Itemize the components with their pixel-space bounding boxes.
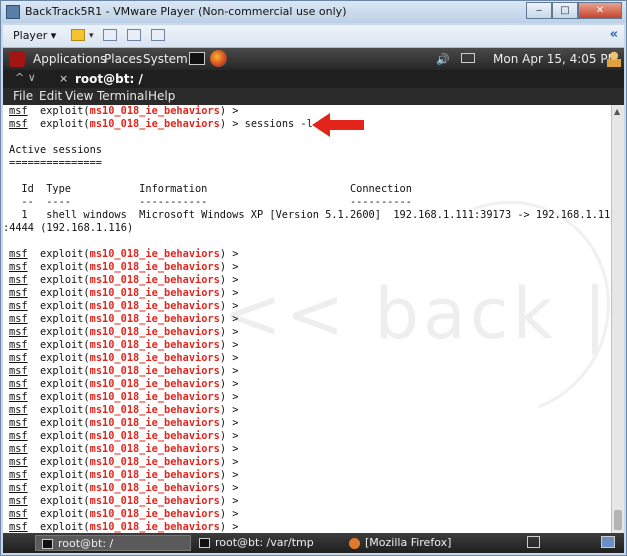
terminal-icon [199, 538, 210, 548]
taskbar-item-root[interactable]: root@bt: / [35, 535, 191, 551]
prompt-line: msf exploit(ms10_018_ie_behaviors) > [9, 313, 239, 325]
fullscreen-icon[interactable] [151, 29, 165, 41]
sessions-table-rule: -- ---- ----------- ---------- [9, 196, 412, 208]
menu-help[interactable]: Help [148, 89, 175, 103]
sessions-table-header: Id Type Information Connection [9, 183, 412, 195]
prompt-line: msf exploit(ms10_018_ie_behaviors) > [9, 274, 239, 286]
prompt-line: msf exploit(ms10_018_ie_behaviors) > [9, 417, 239, 429]
prompt-line: msf exploit(ms10_018_ie_behaviors) > [9, 404, 239, 416]
prompt-line: msf exploit(ms10_018_ie_behaviors) > [9, 521, 239, 533]
volume-icon[interactable]: 🔊 [436, 53, 450, 66]
menu-places[interactable]: Places [104, 52, 142, 66]
terminal-menubar: File Edit View Terminal Help [3, 88, 624, 105]
gnome-bottom-taskbar: root@bt: / root@bt: /var/tmp [Mozilla Fi… [3, 533, 624, 553]
prompt-line: msf exploit(ms10_018_ie_behaviors) > [9, 482, 239, 494]
session-row-wrap: :4444 (192.168.1.116) [3, 222, 134, 234]
menu-file[interactable]: File [13, 89, 33, 103]
terminal-icon [42, 539, 53, 549]
prompt-line: msf exploit(ms10_018_ie_behaviors) > [9, 508, 239, 520]
minimize-button[interactable]: ‒ [526, 2, 552, 19]
mail-icon[interactable] [461, 53, 475, 63]
vmware-player-window: BackTrack5R1 - VMware Player (Non-commer… [0, 0, 627, 556]
pause-dropdown-icon[interactable]: ▾ [89, 31, 94, 41]
panel-clock[interactable]: Mon Apr 15, 4:05 PM [493, 52, 618, 66]
menu-applications[interactable]: Applications [33, 52, 106, 66]
prompt-line: msf exploit(ms10_018_ie_behaviors) > [9, 378, 239, 390]
prompt-line: msf exploit(ms10_018_ie_behaviors) > [9, 365, 239, 377]
send-ctrl-alt-del-icon[interactable] [103, 29, 117, 41]
menu-terminal[interactable]: Terminal [97, 89, 148, 103]
window-title: BackTrack5R1 - VMware Player (Non-commer… [25, 5, 347, 18]
menu-edit[interactable]: Edit [39, 89, 62, 103]
prompt-line: msf exploit(ms10_018_ie_behaviors) > [9, 300, 239, 312]
collapse-chevron-icon[interactable]: « [610, 27, 618, 42]
menu-view[interactable]: View [65, 89, 93, 103]
prompt-line: msf exploit(ms10_018_ie_behaviors) > [9, 469, 239, 481]
backtrack-dragon-icon[interactable] [9, 51, 25, 67]
terminal-launcher-icon[interactable] [189, 52, 205, 65]
terminal-close-icon[interactable]: × [59, 72, 68, 85]
terminal-output[interactable]: << back | track 5 msf exploit(ms10_018_i… [3, 105, 611, 533]
maximize-button[interactable]: □ [552, 2, 578, 19]
window-menu-arrows-icon[interactable]: ^ ∨ [15, 71, 36, 84]
network-icon[interactable] [127, 29, 141, 41]
prompt-line: msf exploit(ms10_018_ie_behaviors) > [9, 287, 239, 299]
firefox-launcher-icon[interactable] [210, 50, 227, 67]
session-row: 1 shell windows Microsoft Windows XP [Ve… [9, 209, 611, 221]
vmware-app-icon [6, 5, 20, 19]
red-arrow-annotation-icon [312, 113, 364, 137]
active-sessions-rule: =============== [9, 157, 102, 169]
user-icon[interactable] [607, 51, 621, 67]
prompt-line: msf exploit(ms10_018_ie_behaviors) > [9, 391, 239, 403]
backtrack-logo-watermark: << back | track 5 [223, 273, 611, 355]
firefox-icon [349, 537, 360, 549]
prompt-line: msf exploit(ms10_018_ie_behaviors) > [9, 339, 239, 351]
taskbar-item-var-tmp[interactable]: root@bt: /var/tmp [193, 535, 349, 551]
workspace-switcher-icon[interactable] [601, 536, 615, 548]
taskbar-item-firefox[interactable]: [Mozilla Firefox] [345, 535, 519, 551]
terminal-scrollbar[interactable]: ▲ [611, 105, 624, 533]
active-sessions-heading: Active sessions [9, 144, 102, 156]
menu-system[interactable]: System [143, 52, 188, 66]
prompt-line: msf exploit(ms10_018_ie_behaviors) > [9, 248, 239, 260]
player-toolbar: Player ▾ ▾ « [3, 25, 624, 48]
prompt-line: msf exploit(ms10_018_ie_behaviors) > [9, 352, 239, 364]
show-desktop-icon[interactable] [527, 536, 540, 548]
terminal-titlebar[interactable]: ^ ∨ × root@bt: / [3, 70, 624, 88]
prompt-line: msf exploit(ms10_018_ie_behaviors) > [9, 105, 239, 117]
prompt-line: msf exploit(ms10_018_ie_behaviors) > [9, 430, 239, 442]
prompt-line: msf exploit(ms10_018_ie_behaviors) > [9, 495, 239, 507]
typed-command: sessions -l [238, 118, 313, 130]
player-menu-button[interactable]: Player ▾ [13, 29, 56, 42]
pause-icon[interactable] [71, 29, 85, 41]
command-line: msf exploit(ms10_018_ie_behaviors) > ses… [9, 118, 313, 130]
window-controls: ‒ □ ✕ [526, 2, 622, 19]
prompt-line: msf exploit(ms10_018_ie_behaviors) > [9, 456, 239, 468]
prompt-line: msf exploit(ms10_018_ie_behaviors) > [9, 443, 239, 455]
window-titlebar[interactable]: BackTrack5R1 - VMware Player (Non-commer… [1, 1, 626, 23]
prompt-line: msf exploit(ms10_018_ie_behaviors) > [9, 326, 239, 338]
scrollbar-thumb[interactable] [614, 510, 622, 530]
prompt-line: msf exploit(ms10_018_ie_behaviors) > [9, 261, 239, 273]
gnome-top-panel: Applications Places System 🔊 Mon Apr 15,… [3, 48, 624, 70]
scroll-up-icon[interactable]: ▲ [614, 107, 620, 116]
terminal-title: root@bt: / [75, 72, 143, 86]
close-button[interactable]: ✕ [578, 2, 622, 19]
